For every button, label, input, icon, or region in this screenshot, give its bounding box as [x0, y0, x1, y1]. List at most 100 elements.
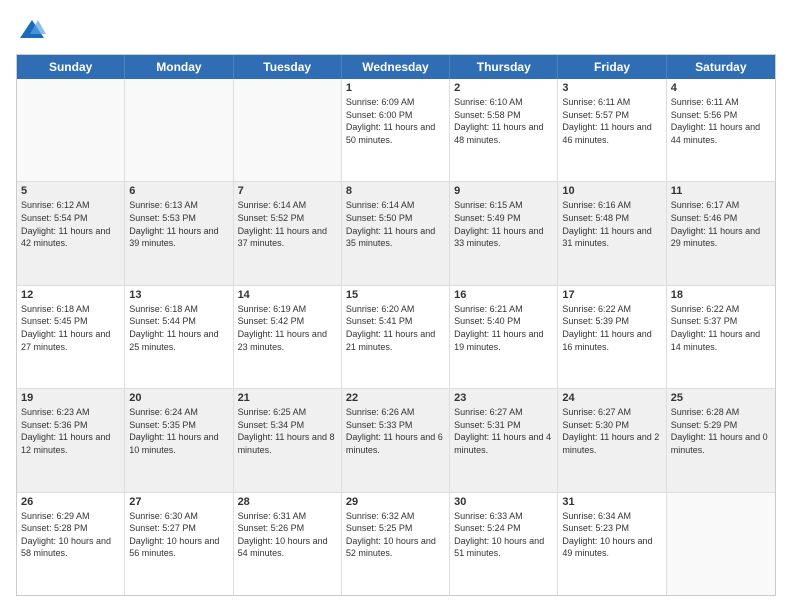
day-number: 7: [238, 185, 337, 197]
week-row-2: 5 Sunrise: 6:12 AM Sunset: 5:54 PM Daylig…: [17, 181, 775, 284]
day-header-saturday: Saturday: [667, 55, 775, 79]
day-cell: 13 Sunrise: 6:18 AM Sunset: 5:44 PM Dayli…: [125, 286, 233, 388]
day-number: 25: [671, 392, 771, 404]
day-number: 27: [129, 496, 228, 508]
day-cell: 31 Sunrise: 6:34 AM Sunset: 5:23 PM Dayli…: [558, 493, 666, 595]
day-header-wednesday: Wednesday: [342, 55, 450, 79]
day-cell: 28 Sunrise: 6:31 AM Sunset: 5:26 PM Dayli…: [234, 493, 342, 595]
day-cell: 5 Sunrise: 6:12 AM Sunset: 5:54 PM Daylig…: [17, 182, 125, 284]
day-number: 28: [238, 496, 337, 508]
page: SundayMondayTuesdayWednesdayThursdayFrid…: [0, 0, 792, 612]
logo-icon: [18, 16, 46, 44]
day-number: 10: [562, 185, 661, 197]
day-info: Sunrise: 6:30 AM Sunset: 5:27 PM Dayligh…: [129, 510, 228, 560]
day-cell: [667, 493, 775, 595]
day-cell: 17 Sunrise: 6:22 AM Sunset: 5:39 PM Dayli…: [558, 286, 666, 388]
day-info: Sunrise: 6:11 AM Sunset: 5:57 PM Dayligh…: [562, 96, 661, 146]
day-cell: 14 Sunrise: 6:19 AM Sunset: 5:42 PM Dayli…: [234, 286, 342, 388]
day-cell: 9 Sunrise: 6:15 AM Sunset: 5:49 PM Daylig…: [450, 182, 558, 284]
day-number: 15: [346, 289, 445, 301]
day-number: 21: [238, 392, 337, 404]
day-info: Sunrise: 6:09 AM Sunset: 6:00 PM Dayligh…: [346, 96, 445, 146]
day-cell: 26 Sunrise: 6:29 AM Sunset: 5:28 PM Dayli…: [17, 493, 125, 595]
logo: [16, 16, 46, 44]
day-info: Sunrise: 6:25 AM Sunset: 5:34 PM Dayligh…: [238, 406, 337, 456]
day-info: Sunrise: 6:31 AM Sunset: 5:26 PM Dayligh…: [238, 510, 337, 560]
day-cell: [234, 79, 342, 181]
day-cell: 21 Sunrise: 6:25 AM Sunset: 5:34 PM Dayli…: [234, 389, 342, 491]
day-cell: 10 Sunrise: 6:16 AM Sunset: 5:48 PM Dayli…: [558, 182, 666, 284]
day-number: 3: [562, 82, 661, 94]
day-info: Sunrise: 6:18 AM Sunset: 5:44 PM Dayligh…: [129, 303, 228, 353]
day-cell: [125, 79, 233, 181]
day-cell: 19 Sunrise: 6:23 AM Sunset: 5:36 PM Dayli…: [17, 389, 125, 491]
day-cell: 6 Sunrise: 6:13 AM Sunset: 5:53 PM Daylig…: [125, 182, 233, 284]
calendar: SundayMondayTuesdayWednesdayThursdayFrid…: [16, 54, 776, 596]
day-cell: 16Sunrise: 6:21 AM Sunset: 5:40 PM Dayli…: [450, 286, 558, 388]
day-header-thursday: Thursday: [450, 55, 558, 79]
day-info: Sunrise: 6:23 AM Sunset: 5:36 PM Dayligh…: [21, 406, 120, 456]
day-cell: 24 Sunrise: 6:27 AM Sunset: 5:30 PM Dayli…: [558, 389, 666, 491]
day-cell: 30Sunrise: 6:33 AM Sunset: 5:24 PM Dayli…: [450, 493, 558, 595]
day-info: Sunrise: 6:16 AM Sunset: 5:48 PM Dayligh…: [562, 199, 661, 249]
header: [16, 16, 776, 44]
day-info: Sunrise: 6:11 AM Sunset: 5:56 PM Dayligh…: [671, 96, 771, 146]
day-number: 23: [454, 392, 553, 404]
day-info: Sunrise: 6:19 AM Sunset: 5:42 PM Dayligh…: [238, 303, 337, 353]
day-headers: SundayMondayTuesdayWednesdayThursdayFrid…: [17, 55, 775, 79]
day-number: 26: [21, 496, 120, 508]
day-number: 29: [346, 496, 445, 508]
day-number: 22: [346, 392, 445, 404]
day-info: Sunrise: 6:12 AM Sunset: 5:54 PM Dayligh…: [21, 199, 120, 249]
day-cell: 8 Sunrise: 6:14 AM Sunset: 5:50 PM Daylig…: [342, 182, 450, 284]
day-number: 19: [21, 392, 120, 404]
day-cell: 27 Sunrise: 6:30 AM Sunset: 5:27 PM Dayli…: [125, 493, 233, 595]
day-number: 1: [346, 82, 445, 94]
week-row-5: 26 Sunrise: 6:29 AM Sunset: 5:28 PM Dayli…: [17, 492, 775, 595]
day-cell: 22Sunrise: 6:26 AM Sunset: 5:33 PM Dayli…: [342, 389, 450, 491]
day-header-friday: Friday: [558, 55, 666, 79]
day-number: 5: [21, 185, 120, 197]
day-cell: 25 Sunrise: 6:28 AM Sunset: 5:29 PM Dayli…: [667, 389, 775, 491]
day-header-monday: Monday: [125, 55, 233, 79]
day-info: Sunrise: 6:22 AM Sunset: 5:39 PM Dayligh…: [562, 303, 661, 353]
day-number: 24: [562, 392, 661, 404]
day-info: Sunrise: 6:27 AM Sunset: 5:30 PM Dayligh…: [562, 406, 661, 456]
day-number: 18: [671, 289, 771, 301]
day-info: Sunrise: 6:33 AM Sunset: 5:24 PM Dayligh…: [454, 510, 553, 560]
day-info: Sunrise: 6:27 AM Sunset: 5:31 PM Dayligh…: [454, 406, 553, 456]
day-cell: 4Sunrise: 6:11 AM Sunset: 5:56 PM Daylig…: [667, 79, 775, 181]
day-cell: [17, 79, 125, 181]
day-number: 17: [562, 289, 661, 301]
calendar-body: 1 Sunrise: 6:09 AM Sunset: 6:00 PM Daylig…: [17, 79, 775, 595]
day-number: 20: [129, 392, 228, 404]
day-number: 9: [454, 185, 553, 197]
day-info: Sunrise: 6:24 AM Sunset: 5:35 PM Dayligh…: [129, 406, 228, 456]
day-number: 6: [129, 185, 228, 197]
day-cell: 3 Sunrise: 6:11 AM Sunset: 5:57 PM Daylig…: [558, 79, 666, 181]
day-info: Sunrise: 6:13 AM Sunset: 5:53 PM Dayligh…: [129, 199, 228, 249]
day-header-tuesday: Tuesday: [234, 55, 342, 79]
day-info: Sunrise: 6:34 AM Sunset: 5:23 PM Dayligh…: [562, 510, 661, 560]
day-number: 31: [562, 496, 661, 508]
day-number: 8: [346, 185, 445, 197]
day-cell: 15Sunrise: 6:20 AM Sunset: 5:41 PM Dayli…: [342, 286, 450, 388]
day-cell: 2Sunrise: 6:10 AM Sunset: 5:58 PM Daylig…: [450, 79, 558, 181]
day-info: Sunrise: 6:17 AM Sunset: 5:46 PM Dayligh…: [671, 199, 771, 249]
day-number: 12: [21, 289, 120, 301]
day-number: 14: [238, 289, 337, 301]
day-number: 13: [129, 289, 228, 301]
day-info: Sunrise: 6:15 AM Sunset: 5:49 PM Dayligh…: [454, 199, 553, 249]
day-cell: 20 Sunrise: 6:24 AM Sunset: 5:35 PM Dayli…: [125, 389, 233, 491]
day-cell: 29Sunrise: 6:32 AM Sunset: 5:25 PM Dayli…: [342, 493, 450, 595]
day-info: Sunrise: 6:14 AM Sunset: 5:50 PM Dayligh…: [346, 199, 445, 249]
day-number: 16: [454, 289, 553, 301]
day-info: Sunrise: 6:29 AM Sunset: 5:28 PM Dayligh…: [21, 510, 120, 560]
day-info: Sunrise: 6:28 AM Sunset: 5:29 PM Dayligh…: [671, 406, 771, 456]
day-cell: 12 Sunrise: 6:18 AM Sunset: 5:45 PM Dayli…: [17, 286, 125, 388]
day-info: Sunrise: 6:18 AM Sunset: 5:45 PM Dayligh…: [21, 303, 120, 353]
day-cell: 11 Sunrise: 6:17 AM Sunset: 5:46 PM Dayli…: [667, 182, 775, 284]
day-number: 11: [671, 185, 771, 197]
day-cell: 23 Sunrise: 6:27 AM Sunset: 5:31 PM Dayli…: [450, 389, 558, 491]
week-row-1: 1 Sunrise: 6:09 AM Sunset: 6:00 PM Daylig…: [17, 79, 775, 181]
